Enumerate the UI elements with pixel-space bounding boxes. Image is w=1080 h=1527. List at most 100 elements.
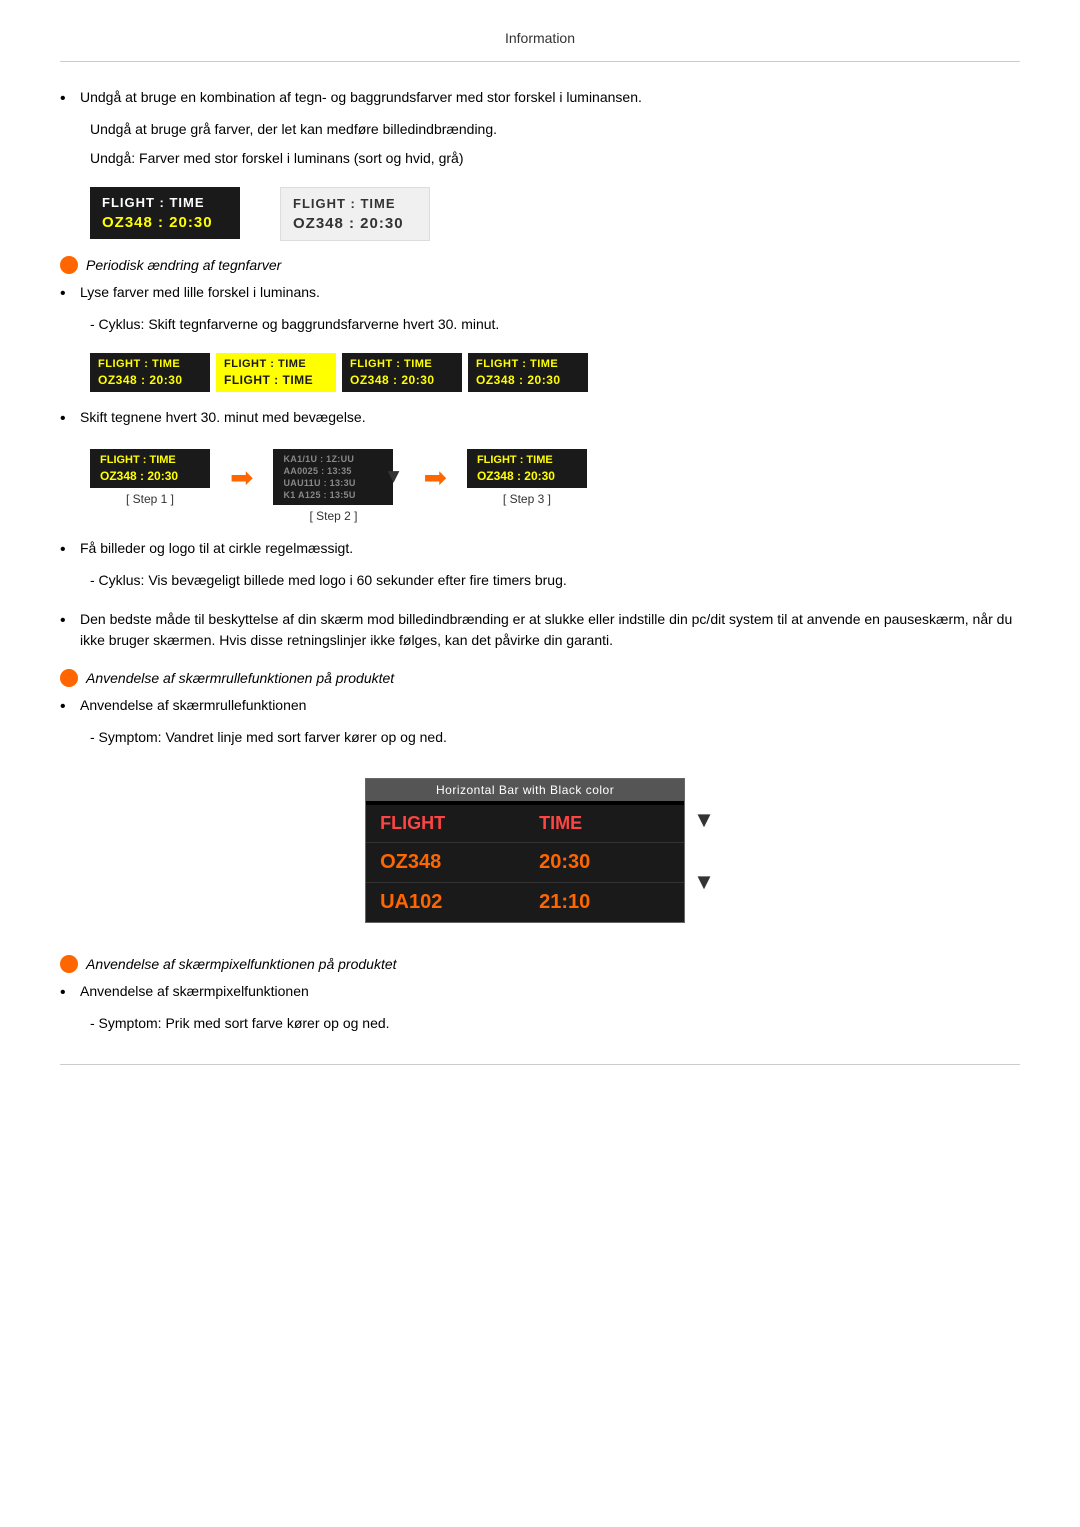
scrollbar-header: Horizontal Bar with Black color (366, 779, 684, 801)
arrow-right-1: ➡ (230, 461, 253, 494)
scrollbar-demo-inner: Horizontal Bar with Black color FLIGHT T… (365, 766, 715, 935)
indent-text-2: Undgå: Farver med stor forskel i luminan… (60, 148, 1020, 169)
cycle-box-3: FLIGHT : TIME OZ348 : 20:30 (342, 353, 462, 392)
cycle-box-4: FLIGHT : TIME OZ348 : 20:30 (468, 353, 588, 392)
scroll-down-arrow-top-icon: ▼ (693, 809, 715, 831)
section-1: • Undgå at bruge en kombination af tegn-… (60, 87, 1020, 169)
scrollbar-content: FLIGHT TIME OZ348 20:30 UA102 21:10 (366, 805, 684, 922)
section-7: • Anvendelse af skærmpixelfunktionen - S… (60, 981, 1020, 1034)
bullet-dot-5: • (60, 609, 80, 633)
bullet-text-2: Lyse farver med lille forskel i luminans… (80, 282, 1020, 303)
bullet-item-5: • Den bedste måde til beskyttelse af din… (60, 609, 1020, 651)
indent-text-3: - Cyklus: Skift tegnfarverne og baggrund… (60, 314, 1020, 335)
scrollbar-demo-wrapper: Horizontal Bar with Black color FLIGHT T… (60, 766, 1020, 935)
oz-cell: OZ348 (366, 843, 525, 882)
orange-label-2: Anvendelse af skærmrullefunktionen på pr… (86, 670, 394, 686)
flight-light-header: FLIGHT : TIME (293, 196, 417, 211)
bullet-item-1: • Undgå at bruge en kombination af tegn-… (60, 87, 1020, 111)
bullet-item-6: • Anvendelse af skærmrullefunktionen (60, 695, 1020, 719)
step3-header: FLIGHT : TIME (477, 454, 577, 466)
bullet-dot-6: • (60, 695, 80, 719)
step3-data: OZ348 : 20:30 (477, 469, 577, 483)
step2-data-line1: UAU11U : 13:3U (283, 478, 383, 488)
indent-text-5: - Symptom: Vandret linje med sort farver… (60, 727, 1020, 748)
scroll-down-arrow-bottom-icon: ▼ (693, 871, 715, 893)
orange-bullet-row-1: Periodisk ændring af tegnfarver (60, 256, 1020, 274)
flight-cell: FLIGHT (366, 805, 525, 842)
bullet-text-7: Anvendelse af skærmpixelfunktionen (80, 981, 1020, 1002)
flight-box-light: FLIGHT : TIME OZ348 : 20:30 (280, 187, 430, 241)
step1-header: FLIGHT : TIME (100, 454, 200, 466)
cycle-data-4: OZ348 : 20:30 (476, 373, 580, 387)
section-4: • Få billeder og logo til at cirkle rege… (60, 538, 1020, 591)
cycle-box-1: FLIGHT : TIME OZ348 : 20:30 (90, 353, 210, 392)
ua-cell: UA102 (366, 883, 525, 922)
bullet-dot-1: • (60, 87, 80, 111)
orange-label-1: Periodisk ændring af tegnfarver (86, 257, 281, 273)
indent-text-1: Undgå at bruge grå farver, der let kan m… (60, 119, 1020, 140)
bullet-item-2: • Lyse farver med lille forskel i lumina… (60, 282, 1020, 306)
bullet-text-5: Den bedste måde til beskyttelse af din s… (80, 609, 1020, 651)
scrollbar-row-header: FLIGHT TIME (366, 805, 684, 843)
indent-text-6: - Symptom: Prik med sort farve kører op … (60, 1013, 1020, 1034)
scrollbar-row-oz: OZ348 20:30 (366, 843, 684, 883)
time-cell: TIME (525, 805, 684, 842)
scrollbar-demo: Horizontal Bar with Black color FLIGHT T… (365, 778, 685, 923)
orange-bullet-row-3: Anvendelse af skærmpixelfunktionen på pr… (60, 955, 1020, 973)
cycle-header-3: FLIGHT : TIME (350, 358, 454, 370)
page-header: Information (60, 20, 1020, 62)
bullet-item-3: • Skift tegnene hvert 30. minut med bevæ… (60, 407, 1020, 431)
step2-header-line1: KA1/1U : 1Z:UU (283, 454, 383, 464)
bottom-border (60, 1064, 1020, 1065)
step2-container: KA1/1U : 1Z:UU AA0025 : 13:35 UAU11U : 1… (273, 449, 393, 523)
indent-text-4: - Cyklus: Vis bevægeligt billede med log… (60, 570, 1020, 591)
step3-box: FLIGHT : TIME OZ348 : 20:30 (467, 449, 587, 488)
orange-circle-icon-1 (60, 256, 78, 274)
cycle-data-2: FLIGHT : TIME (224, 373, 328, 387)
step2-down-arrow-icon: ▼ (384, 466, 404, 489)
page-container: Information • Undgå at bruge en kombinat… (0, 0, 1080, 1105)
section-2: • Lyse farver med lille forskel i lumina… (60, 282, 1020, 335)
cycle-header-4: FLIGHT : TIME (476, 358, 580, 370)
step3-container: FLIGHT : TIME OZ348 : 20:30 [ Step 3 ] (467, 449, 587, 506)
section-6: • Anvendelse af skærmrullefunktionen - S… (60, 695, 1020, 748)
flight-dark-data: OZ348 : 20:30 (102, 214, 228, 231)
orange-bullet-row-2: Anvendelse af skærmrullefunktionen på pr… (60, 669, 1020, 687)
cycle-header-2: FLIGHT : TIME (224, 358, 328, 370)
step-demos: FLIGHT : TIME OZ348 : 20:30 [ Step 1 ] ➡… (90, 449, 1020, 523)
flight-box-dark: FLIGHT : TIME OZ348 : 20:30 (90, 187, 240, 239)
bullet-text-6: Anvendelse af skærmrullefunktionen (80, 695, 1020, 716)
orange-circle-icon-2 (60, 669, 78, 687)
cycle-data-1: OZ348 : 20:30 (98, 373, 202, 387)
bullet-dot-4: • (60, 538, 80, 562)
step3-label: [ Step 3 ] (503, 492, 551, 506)
scrollbar-arrows: ▼ ▼ (693, 766, 715, 935)
flight-light-data: OZ348 : 20:30 (293, 215, 417, 232)
section-3: • Skift tegnene hvert 30. minut med bevæ… (60, 407, 1020, 431)
t2110-cell: 21:10 (525, 883, 684, 922)
scrollbar-row-ua: UA102 21:10 (366, 883, 684, 922)
orange-circle-icon-3 (60, 955, 78, 973)
cycle-data-3: OZ348 : 20:30 (350, 373, 454, 387)
bullet-dot-7: • (60, 981, 80, 1005)
step2-label: [ Step 2 ] (309, 509, 357, 523)
bullet-text-4: Få billeder og logo til at cirkle regelm… (80, 538, 1020, 559)
bullet-dot-3: • (60, 407, 80, 431)
cycle-box-2: FLIGHT : TIME FLIGHT : TIME (216, 353, 336, 392)
step2-header-line2: AA0025 : 13:35 (283, 466, 383, 476)
bullet-text-3: Skift tegnene hvert 30. minut med bevæge… (80, 407, 1020, 428)
bullet-item-7: • Anvendelse af skærmpixelfunktionen (60, 981, 1020, 1005)
header-title: Information (505, 30, 575, 46)
step1-label: [ Step 1 ] (126, 492, 174, 506)
section-5: • Den bedste måde til beskyttelse af din… (60, 609, 1020, 651)
bullet-text-1: Undgå at bruge en kombination af tegn- o… (80, 87, 1020, 108)
bullet-item-4: • Få billeder og logo til at cirkle rege… (60, 538, 1020, 562)
orange-label-3: Anvendelse af skærmpixelfunktionen på pr… (86, 956, 397, 972)
flight-demos: FLIGHT : TIME OZ348 : 20:30 FLIGHT : TIM… (90, 187, 1020, 241)
cycle-demos: FLIGHT : TIME OZ348 : 20:30 FLIGHT : TIM… (90, 353, 1020, 392)
step1-container: FLIGHT : TIME OZ348 : 20:30 [ Step 1 ] (90, 449, 210, 506)
flight-dark-header: FLIGHT : TIME (102, 195, 228, 210)
arrow-right-2: ➡ (423, 461, 446, 494)
step2-box: KA1/1U : 1Z:UU AA0025 : 13:35 UAU11U : 1… (273, 449, 393, 505)
step2-data-line2: K1 A125 : 13:5U (283, 490, 383, 500)
